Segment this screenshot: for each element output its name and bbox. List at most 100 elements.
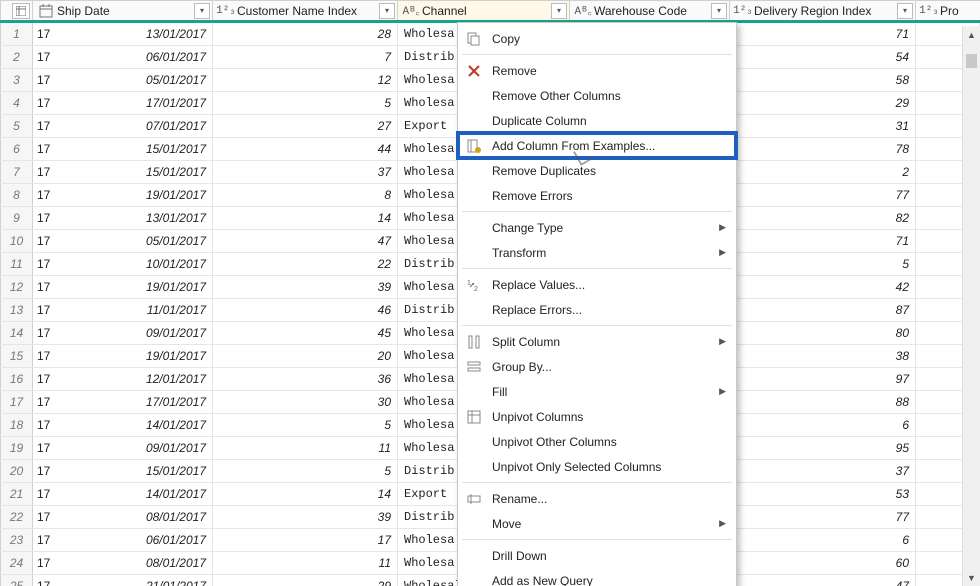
cell-region[interactable]: 31 (730, 115, 916, 137)
cell-ship-date[interactable]: 1719/01/2017 (33, 184, 213, 206)
menu-item-fill[interactable]: Fill▶ (458, 379, 736, 404)
cell-region[interactable]: 37 (730, 460, 916, 482)
row-number[interactable]: 16 (0, 368, 33, 390)
cell-region[interactable]: 87 (730, 299, 916, 321)
menu-item-split-column[interactable]: Split Column▶ (458, 329, 736, 354)
cell-ship-date[interactable]: 1711/01/2017 (33, 299, 213, 321)
cell-region[interactable]: 71 (730, 230, 916, 252)
menu-item-group-by[interactable]: Group By... (458, 354, 736, 379)
menu-item-copy[interactable]: Copy (458, 26, 736, 51)
cell-ship-date[interactable]: 1719/01/2017 (33, 276, 213, 298)
cell-customer-index[interactable]: 5 (213, 414, 398, 436)
row-number[interactable]: 4 (0, 92, 33, 114)
menu-item-remove-other[interactable]: Remove Other Columns (458, 83, 736, 108)
cell-customer-index[interactable]: 47 (213, 230, 398, 252)
menu-item-move[interactable]: Move▶ (458, 511, 736, 536)
cell-ship-date[interactable]: 1705/01/2017 (33, 230, 213, 252)
scroll-up-icon[interactable]: ▲ (963, 26, 980, 43)
cell-ship-date[interactable]: 1706/01/2017 (33, 46, 213, 68)
cell-region[interactable]: 58 (730, 69, 916, 91)
cell-customer-index[interactable]: 14 (213, 207, 398, 229)
cell-customer-index[interactable]: 28 (213, 23, 398, 45)
row-number[interactable]: 13 (0, 299, 33, 321)
menu-item-remove-errors[interactable]: Remove Errors (458, 183, 736, 208)
menu-item-replace-values[interactable]: 12Replace Values... (458, 272, 736, 297)
cell-customer-index[interactable]: 36 (213, 368, 398, 390)
cell-region[interactable]: 71 (730, 23, 916, 45)
filter-dropdown-icon[interactable]: ▾ (897, 3, 913, 19)
cell-customer-index[interactable]: 20 (213, 345, 398, 367)
cell-ship-date[interactable]: 1717/01/2017 (33, 92, 213, 114)
cell-region[interactable]: 47 (730, 575, 916, 586)
row-number[interactable]: 23 (0, 529, 33, 551)
cell-region[interactable]: 29 (730, 92, 916, 114)
row-number[interactable]: 20 (0, 460, 33, 482)
column-header-region[interactable]: 1²₃ Delivery Region Index ▾ (730, 1, 916, 20)
cell-customer-index[interactable]: 44 (213, 138, 398, 160)
cell-customer-index[interactable]: 14 (213, 483, 398, 505)
menu-item-duplicate[interactable]: Duplicate Column (458, 108, 736, 133)
scroll-thumb[interactable] (966, 54, 977, 68)
cell-ship-date[interactable]: 1713/01/2017 (33, 207, 213, 229)
cell-region[interactable]: 6 (730, 529, 916, 551)
cell-ship-date[interactable]: 1709/01/2017 (33, 437, 213, 459)
row-number[interactable]: 10 (0, 230, 33, 252)
cell-ship-date[interactable]: 1714/01/2017 (33, 414, 213, 436)
cell-ship-date[interactable]: 1708/01/2017 (33, 552, 213, 574)
menu-item-unpivot-other[interactable]: Unpivot Other Columns (458, 429, 736, 454)
cell-region[interactable]: 38 (730, 345, 916, 367)
cell-customer-index[interactable]: 22 (213, 253, 398, 275)
cell-customer-index[interactable]: 39 (213, 506, 398, 528)
row-number[interactable]: 15 (0, 345, 33, 367)
row-number[interactable]: 7 (0, 161, 33, 183)
cell-region[interactable]: 95 (730, 437, 916, 459)
row-number[interactable]: 17 (0, 391, 33, 413)
cell-ship-date[interactable]: 1710/01/2017 (33, 253, 213, 275)
cell-ship-date[interactable]: 1717/01/2017 (33, 391, 213, 413)
row-number[interactable]: 25 (0, 575, 33, 586)
cell-region[interactable]: 78 (730, 138, 916, 160)
cell-customer-index[interactable]: 39 (213, 276, 398, 298)
column-header-warehouse[interactable]: Aᴮ꜀ Warehouse Code ▾ (570, 1, 730, 20)
menu-item-remove-duplicates[interactable]: Remove Duplicates (458, 158, 736, 183)
filter-dropdown-icon[interactable]: ▾ (551, 3, 567, 19)
row-number[interactable]: 19 (0, 437, 33, 459)
row-number[interactable]: 3 (0, 69, 33, 91)
row-number[interactable]: 6 (0, 138, 33, 160)
cell-ship-date[interactable]: 1706/01/2017 (33, 529, 213, 551)
menu-item-replace-errors[interactable]: Replace Errors... (458, 297, 736, 322)
cell-ship-date[interactable]: 1715/01/2017 (33, 138, 213, 160)
cell-ship-date[interactable]: 1707/01/2017 (33, 115, 213, 137)
row-number[interactable]: 9 (0, 207, 33, 229)
menu-item-unpivot[interactable]: Unpivot Columns (458, 404, 736, 429)
cell-region[interactable]: 2 (730, 161, 916, 183)
cell-region[interactable]: 6 (730, 414, 916, 436)
cell-customer-index[interactable]: 12 (213, 69, 398, 91)
column-header-product[interactable]: 1²₃ Pro (916, 1, 980, 20)
cell-ship-date[interactable]: 1705/01/2017 (33, 69, 213, 91)
cell-customer-index[interactable]: 7 (213, 46, 398, 68)
menu-item-drill-down[interactable]: Drill Down (458, 543, 736, 568)
row-number[interactable]: 22 (0, 506, 33, 528)
vertical-scrollbar[interactable]: ▲ ▼ (962, 26, 980, 586)
column-header-customer-index[interactable]: 1²₃ Customer Name Index ▾ (213, 1, 398, 20)
cell-customer-index[interactable]: 11 (213, 552, 398, 574)
cell-region[interactable]: 53 (730, 483, 916, 505)
cell-region[interactable]: 60 (730, 552, 916, 574)
cell-region[interactable]: 54 (730, 46, 916, 68)
row-number[interactable]: 12 (0, 276, 33, 298)
cell-region[interactable]: 77 (730, 184, 916, 206)
filter-dropdown-icon[interactable]: ▾ (194, 3, 210, 19)
row-number[interactable]: 8 (0, 184, 33, 206)
menu-item-rename[interactable]: Rename... (458, 486, 736, 511)
cell-customer-index[interactable]: 8 (213, 184, 398, 206)
menu-item-unpivot-selected[interactable]: Unpivot Only Selected Columns (458, 454, 736, 479)
cell-ship-date[interactable]: 1719/01/2017 (33, 345, 213, 367)
filter-dropdown-icon[interactable]: ▾ (379, 3, 395, 19)
cell-region[interactable]: 77 (730, 506, 916, 528)
cell-region[interactable]: 42 (730, 276, 916, 298)
filter-dropdown-icon[interactable]: ▾ (711, 3, 727, 19)
scroll-down-icon[interactable]: ▼ (963, 569, 980, 586)
cell-customer-index[interactable]: 17 (213, 529, 398, 551)
cell-ship-date[interactable]: 1712/01/2017 (33, 368, 213, 390)
